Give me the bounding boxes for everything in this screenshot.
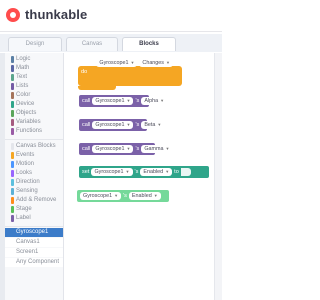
category-add-remove[interactable]: Add & Remove bbox=[5, 196, 63, 205]
property-dropdown[interactable]: Beta ▼ bbox=[141, 121, 165, 129]
functions-swatch-icon bbox=[11, 128, 14, 135]
when-gyroscope-changes-block[interactable]: when Gyroscope1 ▼ Changes ▼ bbox=[78, 57, 182, 69]
sidebar-divider bbox=[5, 139, 63, 140]
event-block-foot bbox=[78, 86, 116, 90]
direction-swatch-icon bbox=[11, 179, 14, 186]
lists-swatch-icon bbox=[11, 83, 14, 90]
category-label[interactable]: Label bbox=[5, 214, 63, 223]
value-socket[interactable] bbox=[180, 168, 191, 176]
sensing-swatch-icon bbox=[11, 188, 14, 195]
sidebar-divider bbox=[5, 226, 63, 227]
call-alpha-block[interactable]: call Gyroscope1 ▼ 's Alpha ▼ bbox=[79, 95, 168, 107]
blocks-drawer: Logic Math Text Lists Color Device Objec… bbox=[0, 53, 64, 300]
app-header: thunkable bbox=[0, 0, 222, 32]
property-dropdown[interactable]: Alpha ▼ bbox=[141, 97, 168, 105]
category-math[interactable]: Math bbox=[5, 64, 63, 73]
component-any-component[interactable]: Any Component bbox=[5, 258, 63, 267]
dropdown-arrow-icon: ▼ bbox=[126, 146, 131, 151]
call-beta-block[interactable]: call Gyroscope1 ▼ 's Beta ▼ bbox=[79, 119, 165, 131]
component-canvas1[interactable]: Canvas1 bbox=[5, 238, 63, 247]
dropdown-arrow-icon: ▼ bbox=[125, 169, 130, 174]
dropdown-arrow-icon: ▼ bbox=[157, 122, 162, 127]
dropdown-arrow-icon: ▼ bbox=[153, 193, 158, 198]
dropdown-arrow-icon: ▼ bbox=[165, 169, 170, 174]
category-looks[interactable]: Looks bbox=[5, 169, 63, 178]
get-enabled-block[interactable]: Gyroscope1 ▼ 's Enabled ▼ bbox=[77, 190, 169, 202]
category-motion[interactable]: Motion bbox=[5, 160, 63, 169]
variables-swatch-icon bbox=[11, 119, 14, 126]
event-block-background bbox=[78, 66, 182, 86]
component-dropdown[interactable]: Gyroscope1 ▼ bbox=[92, 97, 134, 105]
category-color[interactable]: Color bbox=[5, 91, 63, 100]
component-dropdown[interactable]: Gyroscope1 ▼ bbox=[96, 59, 138, 67]
category-functions[interactable]: Functions bbox=[5, 127, 63, 136]
property-dropdown[interactable]: Gamma ▼ bbox=[141, 145, 173, 153]
property-dropdown[interactable]: Enabled ▼ bbox=[140, 168, 173, 176]
dropdown-arrow-icon: ▼ bbox=[114, 193, 119, 198]
stage-swatch-icon bbox=[11, 206, 14, 213]
objects-swatch-icon bbox=[11, 110, 14, 117]
component-screen1[interactable]: Screen1 bbox=[5, 248, 63, 257]
dropdown-arrow-icon: ▼ bbox=[130, 60, 135, 65]
category-canvas-blocks[interactable]: Canvas Blocks bbox=[5, 142, 63, 151]
property-dropdown[interactable]: Enabled ▼ bbox=[128, 192, 161, 200]
logic-swatch-icon bbox=[11, 56, 14, 63]
category-logic[interactable]: Logic bbox=[5, 55, 63, 64]
workspace-edge bbox=[214, 53, 222, 300]
category-lists[interactable]: Lists bbox=[5, 82, 63, 91]
dropdown-arrow-icon: ▼ bbox=[160, 98, 165, 103]
label-swatch-icon bbox=[11, 215, 14, 222]
category-variables[interactable]: Variables bbox=[5, 118, 63, 127]
canvas-blocks-swatch-icon bbox=[11, 143, 14, 150]
do-label: do bbox=[81, 69, 88, 75]
device-swatch-icon bbox=[11, 101, 14, 108]
category-events[interactable]: Events bbox=[5, 151, 63, 160]
component-dropdown[interactable]: Gyroscope1 ▼ bbox=[80, 192, 122, 200]
tab-design[interactable]: Design bbox=[8, 37, 62, 51]
category-text[interactable]: Text bbox=[5, 73, 63, 82]
category-objects[interactable]: Objects bbox=[5, 109, 63, 118]
dropdown-arrow-icon: ▼ bbox=[166, 60, 170, 65]
component-dropdown[interactable]: Gyroscope1 ▼ bbox=[91, 168, 133, 176]
dropdown-arrow-icon: ▼ bbox=[126, 122, 131, 127]
color-swatch-icon bbox=[11, 92, 14, 99]
dropdown-arrow-icon: ▼ bbox=[165, 146, 170, 151]
tab-canvas[interactable]: Canvas bbox=[66, 37, 118, 51]
events-swatch-icon bbox=[11, 152, 14, 159]
editor-tabs: Design Canvas Blocks bbox=[0, 34, 222, 52]
motion-swatch-icon bbox=[11, 161, 14, 168]
call-gamma-block[interactable]: call Gyroscope1 ▼ 's Gamma ▼ bbox=[79, 143, 173, 155]
thunkable-logo-icon bbox=[6, 8, 20, 22]
dropdown-arrow-icon: ▼ bbox=[126, 98, 131, 103]
component-dropdown[interactable]: Gyroscope1 ▼ bbox=[92, 121, 134, 129]
looks-swatch-icon bbox=[11, 170, 14, 177]
text-swatch-icon bbox=[11, 74, 14, 81]
category-sensing[interactable]: Sensing bbox=[5, 187, 63, 196]
event-dropdown[interactable]: Changes ▼ bbox=[139, 59, 173, 67]
brand-name: thunkable bbox=[25, 7, 88, 22]
tab-blocks[interactable]: Blocks bbox=[122, 37, 176, 51]
category-device[interactable]: Device bbox=[5, 100, 63, 109]
category-direction[interactable]: Direction bbox=[5, 178, 63, 187]
component-dropdown[interactable]: Gyroscope1 ▼ bbox=[92, 145, 134, 153]
component-gyroscope1[interactable]: Gyroscope1 bbox=[5, 228, 63, 237]
set-enabled-block[interactable]: set Gyroscope1 ▼ 's Enabled ▼ to bbox=[79, 166, 209, 178]
category-stage[interactable]: Stage bbox=[5, 205, 63, 214]
math-swatch-icon bbox=[11, 65, 14, 72]
add-remove-swatch-icon bbox=[11, 197, 14, 204]
